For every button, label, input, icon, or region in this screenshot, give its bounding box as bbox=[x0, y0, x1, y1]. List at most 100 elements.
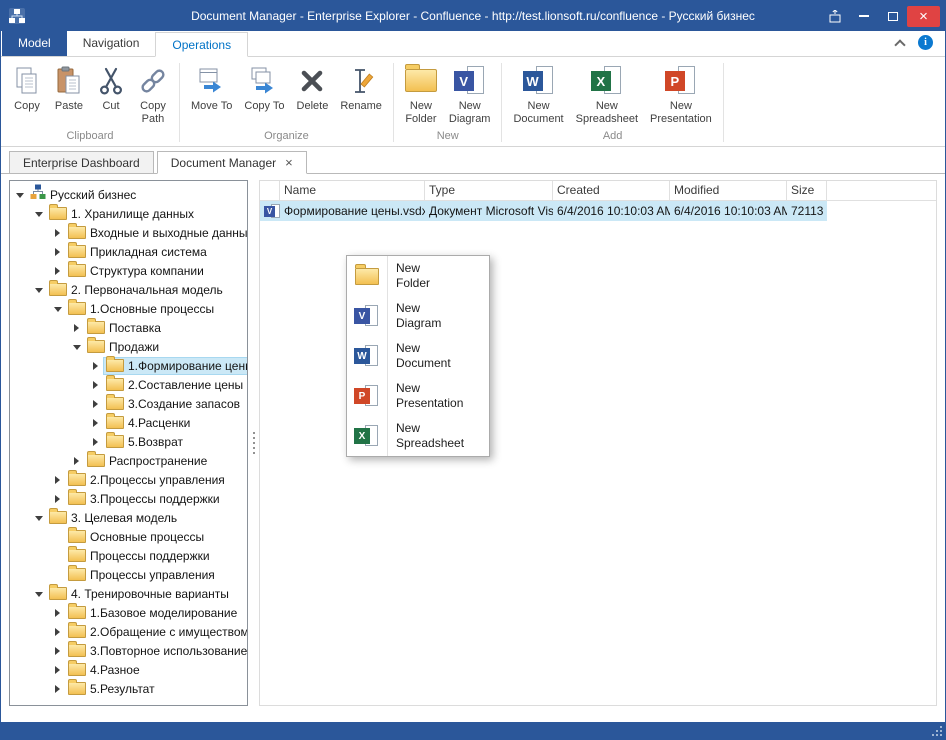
group-label-add: Add bbox=[505, 128, 719, 146]
new-presentation-button[interactable]: P New Presentation bbox=[644, 60, 718, 128]
tree-item[interactable]: 2.Составление цены bbox=[10, 375, 247, 394]
triangle-right-icon[interactable] bbox=[90, 417, 102, 429]
new-diagram-button[interactable]: V New Diagram bbox=[443, 60, 497, 128]
menu-item-new-spreadsheet[interactable]: X New Spreadsheet bbox=[347, 416, 489, 456]
delete-x-icon bbox=[297, 63, 327, 98]
triangle-right-icon[interactable] bbox=[52, 645, 64, 657]
tree-item[interactable]: Продажи bbox=[10, 337, 247, 356]
triangle-right-icon[interactable] bbox=[52, 474, 64, 486]
panel-splitter[interactable] bbox=[248, 180, 259, 706]
close-button[interactable]: × bbox=[907, 6, 940, 27]
tree-item[interactable]: 5.Возврат bbox=[10, 432, 247, 451]
triangle-down-icon[interactable] bbox=[14, 189, 26, 201]
menu-item-new-presentation[interactable]: P New Presentation bbox=[347, 376, 489, 416]
close-tab-icon[interactable]: × bbox=[285, 156, 293, 169]
triangle-down-icon[interactable] bbox=[52, 303, 64, 315]
new-document-button[interactable]: W New Document bbox=[507, 60, 569, 128]
move-to-button[interactable]: Move To bbox=[185, 60, 238, 128]
tree-item[interactable]: 3.Процессы поддержки bbox=[10, 489, 247, 508]
triangle-right-icon[interactable] bbox=[90, 398, 102, 410]
cut-button[interactable]: Cut bbox=[90, 60, 132, 128]
triangle-right-icon[interactable] bbox=[52, 265, 64, 277]
triangle-right-icon[interactable] bbox=[52, 664, 64, 676]
tree-item-selected[interactable]: 1.Формирование цены bbox=[10, 356, 247, 375]
file-row[interactable]: V Формирование цены.vsdx Документ Micros… bbox=[260, 201, 827, 221]
copy-to-button[interactable]: Copy To bbox=[238, 60, 290, 128]
column-header-size[interactable]: Size bbox=[787, 181, 827, 200]
menu-item-new-folder[interactable]: New Folder bbox=[347, 256, 489, 296]
tree-item[interactable]: Процессы управления bbox=[10, 565, 247, 584]
column-header-type[interactable]: Type bbox=[425, 181, 553, 200]
tree-item[interactable]: 1. Хранилище данных bbox=[10, 204, 247, 223]
triangle-right-icon[interactable] bbox=[71, 322, 83, 334]
delete-button[interactable]: Delete bbox=[291, 60, 335, 128]
tree-item[interactable]: 3. Целевая модель bbox=[10, 508, 247, 527]
minimize-button[interactable] bbox=[849, 6, 878, 27]
tree-item[interactable]: Поставка bbox=[10, 318, 247, 337]
tab-operations[interactable]: Operations bbox=[155, 32, 248, 57]
triangle-right-icon[interactable] bbox=[52, 227, 64, 239]
menu-item-new-diagram[interactable]: V New Diagram bbox=[347, 296, 489, 336]
column-header-created[interactable]: Created bbox=[553, 181, 670, 200]
paste-button[interactable]: Paste bbox=[48, 60, 90, 128]
column-header-icon[interactable] bbox=[260, 181, 280, 200]
tab-navigation[interactable]: Navigation bbox=[67, 31, 156, 56]
tree-item[interactable]: Процессы поддержки bbox=[10, 546, 247, 565]
powerpoint-icon: P bbox=[664, 63, 698, 98]
fullscreen-toggle-button[interactable] bbox=[820, 6, 849, 27]
triangle-right-icon[interactable] bbox=[52, 246, 64, 258]
folder-icon bbox=[68, 682, 86, 695]
tree-item[interactable]: 1.Базовое моделирование bbox=[10, 603, 247, 622]
collapse-ribbon-chevron-icon[interactable] bbox=[894, 39, 905, 50]
tree-item[interactable]: 1.Основные процессы bbox=[10, 299, 247, 318]
tab-document-manager[interactable]: Document Manager × bbox=[157, 151, 307, 174]
tree-item[interactable]: Распространение bbox=[10, 451, 247, 470]
triangle-down-icon[interactable] bbox=[33, 284, 45, 296]
triangle-right-icon[interactable] bbox=[52, 626, 64, 638]
tree-item[interactable]: 2.Обращение с имуществом bbox=[10, 622, 247, 641]
tree-item[interactable]: Основные процессы bbox=[10, 527, 247, 546]
tree-item[interactable]: 3.Повторное использование... bbox=[10, 641, 247, 660]
rename-button[interactable]: Rename bbox=[334, 60, 388, 128]
triangle-right-icon[interactable] bbox=[90, 360, 102, 372]
tree-item[interactable]: 4.Расценки bbox=[10, 413, 247, 432]
triangle-down-icon[interactable] bbox=[33, 208, 45, 220]
triangle-right-icon[interactable] bbox=[52, 683, 64, 695]
tree-item[interactable]: Прикладная система bbox=[10, 242, 247, 261]
new-folder-button[interactable]: New Folder bbox=[399, 60, 443, 128]
folder-icon bbox=[405, 63, 437, 98]
tree-item[interactable]: Русский бизнес bbox=[10, 185, 247, 204]
tab-enterprise-dashboard[interactable]: Enterprise Dashboard bbox=[9, 151, 154, 173]
tab-model[interactable]: Model bbox=[2, 30, 67, 56]
tree-item[interactable]: Входные и выходные данные bbox=[10, 223, 247, 242]
scissors-icon bbox=[96, 63, 126, 98]
excel-icon: X bbox=[347, 416, 388, 456]
triangle-right-icon[interactable] bbox=[90, 436, 102, 448]
tree-item[interactable]: 2.Процессы управления bbox=[10, 470, 247, 489]
tree-item[interactable]: 4.Разное bbox=[10, 660, 247, 679]
triangle-down-icon[interactable] bbox=[33, 588, 45, 600]
triangle-down-icon[interactable] bbox=[33, 512, 45, 524]
folder-icon bbox=[87, 321, 105, 334]
copy-button[interactable]: Copy bbox=[6, 60, 48, 128]
file-name: Формирование цены.vsdx bbox=[280, 204, 425, 218]
tree-item[interactable]: 3.Создание запасов bbox=[10, 394, 247, 413]
triangle-right-icon[interactable] bbox=[90, 379, 102, 391]
info-icon[interactable]: i bbox=[918, 35, 933, 50]
resize-grip[interactable] bbox=[930, 724, 942, 736]
tree-item[interactable]: 2. Первоначальная модель bbox=[10, 280, 247, 299]
maximize-button[interactable] bbox=[878, 6, 907, 27]
new-spreadsheet-button[interactable]: X New Spreadsheet bbox=[570, 60, 644, 128]
folder-icon bbox=[106, 378, 124, 391]
triangle-right-icon[interactable] bbox=[52, 493, 64, 505]
menu-item-new-document[interactable]: W New Document bbox=[347, 336, 489, 376]
column-header-modified[interactable]: Modified bbox=[670, 181, 787, 200]
copy-path-button[interactable]: Copy Path bbox=[132, 60, 174, 128]
column-header-name[interactable]: Name bbox=[280, 181, 425, 200]
tree-item[interactable]: 4. Тренировочные варианты bbox=[10, 584, 247, 603]
triangle-down-icon[interactable] bbox=[71, 341, 83, 353]
triangle-right-icon[interactable] bbox=[52, 607, 64, 619]
tree-item[interactable]: 5.Результат bbox=[10, 679, 247, 698]
triangle-right-icon[interactable] bbox=[71, 455, 83, 467]
tree-item[interactable]: Структура компании bbox=[10, 261, 247, 280]
